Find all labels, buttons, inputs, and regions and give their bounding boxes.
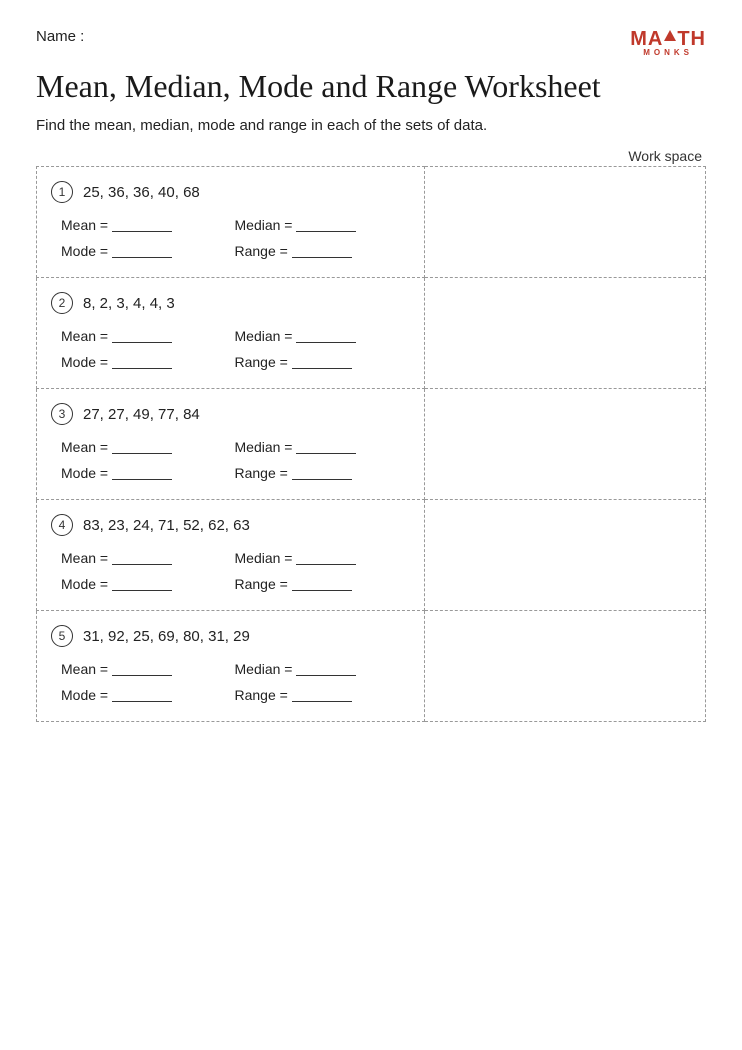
- mean-line-2[interactable]: [112, 329, 172, 343]
- median-line-5[interactable]: [296, 662, 356, 676]
- median-line-2[interactable]: [296, 329, 356, 343]
- mode-line-5[interactable]: [112, 688, 172, 702]
- problem-data-3: 27, 27, 49, 77, 84: [83, 406, 200, 423]
- range-line-4[interactable]: [292, 577, 352, 591]
- mode-label-2: Mode =: [61, 354, 108, 370]
- median-line-3[interactable]: [296, 440, 356, 454]
- answer-range-2: Range =: [235, 354, 409, 370]
- answer-median-5: Median =: [235, 661, 409, 677]
- range-label-2: Range =: [235, 354, 288, 370]
- mode-line-4[interactable]: [112, 577, 172, 591]
- median-label-5: Median =: [235, 661, 293, 677]
- mode-label-4: Mode =: [61, 576, 108, 592]
- workspace-cell-3: [425, 389, 706, 500]
- range-label-5: Range =: [235, 687, 288, 703]
- mean-label-5: Mean =: [61, 661, 108, 677]
- mode-line-1[interactable]: [112, 244, 172, 258]
- problem-cell-4: 4 83, 23, 24, 71, 52, 62, 63 Mean = Median…: [37, 500, 425, 611]
- answer-mean-4: Mean =: [61, 550, 235, 566]
- workspace-cell-5: [425, 611, 706, 722]
- answer-mean-1: Mean =: [61, 217, 235, 233]
- workspace-cell-2: [425, 278, 706, 389]
- problems-table: 1 25, 36, 36, 40, 68 Mean = Median = Mode …: [36, 166, 706, 722]
- answer-median-1: Median =: [235, 217, 409, 233]
- mean-line-3[interactable]: [112, 440, 172, 454]
- problem-data-2: 8, 2, 3, 4, 4, 3: [83, 295, 175, 312]
- answer-mode-3: Mode =: [61, 465, 235, 481]
- answer-mean-3: Mean =: [61, 439, 235, 455]
- mean-label-1: Mean =: [61, 217, 108, 233]
- median-label-2: Median =: [235, 328, 293, 344]
- workspace-cell-1: [425, 167, 706, 278]
- problem-number-4: 4: [51, 514, 73, 536]
- answer-range-1: Range =: [235, 243, 409, 259]
- problem-data-5: 31, 92, 25, 69, 80, 31, 29: [83, 628, 250, 645]
- mode-line-3[interactable]: [112, 466, 172, 480]
- answer-median-2: Median =: [235, 328, 409, 344]
- range-label-4: Range =: [235, 576, 288, 592]
- answer-mode-2: Mode =: [61, 354, 235, 370]
- answer-range-3: Range =: [235, 465, 409, 481]
- answer-median-3: Median =: [235, 439, 409, 455]
- page-title: Mean, Median, Mode and Range Worksheet: [36, 67, 706, 105]
- problem-cell-2: 28, 2, 3, 4, 4, 3Mean = Median = Mode = …: [37, 278, 425, 389]
- logo: MA TH MONKS: [630, 28, 706, 57]
- problem-number-2: 2: [51, 292, 73, 314]
- mean-label-4: Mean =: [61, 550, 108, 566]
- problem-number-5: 5: [51, 625, 73, 647]
- range-label-3: Range =: [235, 465, 288, 481]
- median-label-1: Median =: [235, 217, 293, 233]
- range-line-3[interactable]: [292, 466, 352, 480]
- problem-data-4: 83, 23, 24, 71, 52, 62, 63: [83, 517, 250, 534]
- problem-data-1: 25, 36, 36, 40, 68: [83, 184, 200, 201]
- mean-line-4[interactable]: [112, 551, 172, 565]
- answer-mode-4: Mode =: [61, 576, 235, 592]
- logo-triangle-icon: [664, 30, 676, 41]
- workspace-label: Work space: [628, 148, 702, 164]
- mean-line-1[interactable]: [112, 218, 172, 232]
- mode-label-3: Mode =: [61, 465, 108, 481]
- problem-cell-1: 1 25, 36, 36, 40, 68 Mean = Median = Mode …: [37, 167, 425, 278]
- answer-mode-5: Mode =: [61, 687, 235, 703]
- answer-range-5: Range =: [235, 687, 409, 703]
- range-label-1: Range =: [235, 243, 288, 259]
- range-line-1[interactable]: [292, 244, 352, 258]
- answer-range-4: Range =: [235, 576, 409, 592]
- problem-cell-3: 3 27, 27, 49, 77, 84 Mean = Median = Mode …: [37, 389, 425, 500]
- answer-mode-1: Mode =: [61, 243, 235, 259]
- range-line-5[interactable]: [292, 688, 352, 702]
- mode-label-1: Mode =: [61, 243, 108, 259]
- problem-number-3: 3: [51, 403, 73, 425]
- answer-mean-2: Mean =: [61, 328, 235, 344]
- mean-line-5[interactable]: [112, 662, 172, 676]
- mean-label-2: Mean =: [61, 328, 108, 344]
- answer-mean-5: Mean =: [61, 661, 235, 677]
- name-label: Name :: [36, 28, 84, 45]
- logo-monks: MONKS: [643, 48, 693, 57]
- problem-cell-5: 5 31, 92, 25, 69, 80, 31, 29 Mean = Median…: [37, 611, 425, 722]
- median-label-3: Median =: [235, 439, 293, 455]
- range-line-2[interactable]: [292, 355, 352, 369]
- median-line-4[interactable]: [296, 551, 356, 565]
- mode-label-5: Mode =: [61, 687, 108, 703]
- mean-label-3: Mean =: [61, 439, 108, 455]
- answer-median-4: Median =: [235, 550, 409, 566]
- mode-line-2[interactable]: [112, 355, 172, 369]
- subtitle: Find the mean, median, mode and range in…: [36, 117, 706, 134]
- workspace-cell-4: [425, 500, 706, 611]
- problem-number-1: 1: [51, 181, 73, 203]
- median-label-4: Median =: [235, 550, 293, 566]
- median-line-1[interactable]: [296, 218, 356, 232]
